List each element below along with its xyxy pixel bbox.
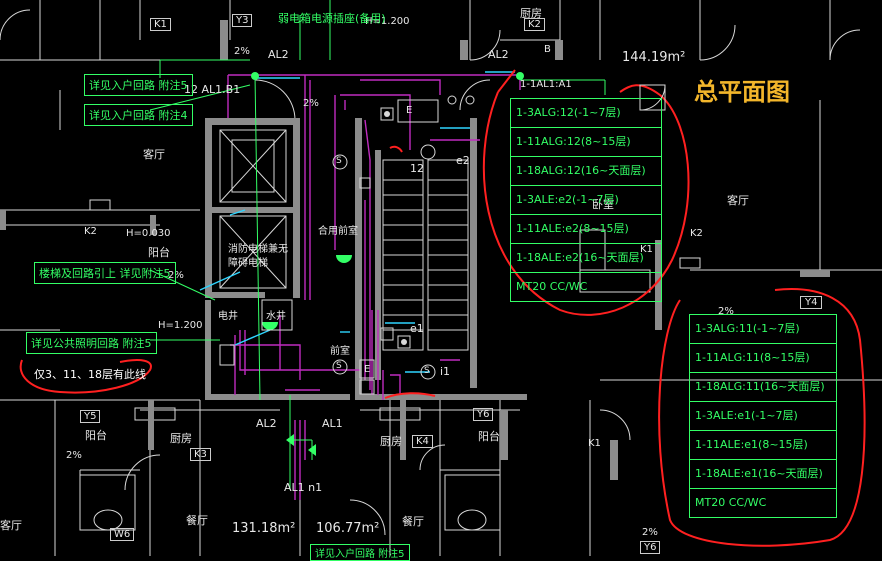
room-balcony-bottom-left: 阳台 <box>85 429 107 442</box>
tag-al2-left: AL2 <box>268 48 289 61</box>
tag-12: 12 <box>410 162 424 175</box>
tag-s2: S <box>336 361 342 371</box>
circuit-table-bottom-row: MT20 CC/WC <box>695 496 767 509</box>
code-k2-top: K2 <box>524 18 545 31</box>
circuit-table-right-row: 1-3ALG:12(-1~7层) <box>511 99 661 128</box>
note-1: 详见入户回路 附注5 <box>84 74 193 96</box>
note-top: 弱电箱电源插座(备用) <box>278 12 386 25</box>
drawing-title: 总平面图 <box>694 78 790 106</box>
room-water-well: 水井 <box>266 311 286 322</box>
room-dining-bottom: 餐厅 <box>186 514 208 527</box>
code-k2-left: K2 <box>84 226 97 237</box>
circuit-table-bottom-row: 1-18ALG:11(16~天面层) <box>690 373 836 402</box>
circuit-table-right-row: 1-3ALE:e2(-1~7层) <box>511 186 661 215</box>
code-y6: Y6 <box>473 408 494 421</box>
note-3: 楼梯及回路引上 详见附注5 <box>34 262 176 284</box>
room-lobby: 合用前室 <box>318 226 358 237</box>
area-bottom-b: 106.77m² <box>316 521 380 536</box>
tag-i1: i1 <box>440 365 451 378</box>
code-y6-bottom: Y6 <box>640 541 661 554</box>
code-w6: W6 <box>110 528 135 541</box>
height-mid: H=1.200 <box>158 320 203 331</box>
tag-s3: S <box>424 366 430 376</box>
circuit-table-bottom: 1-3ALG:11(-1~7层) 1-11ALG:11(8~15层) 1-18ALG… <box>689 314 837 518</box>
room-balcony-left: 阳台 <box>148 246 170 259</box>
circuit-table-right-row: MT20 CC/WC <box>516 280 588 293</box>
code-k2-right: K2 <box>690 228 703 239</box>
tag-s1: S <box>336 156 342 166</box>
circuit-table-right-row: 1-11ALG:12(8~15层) <box>511 128 661 157</box>
tag-e2: e2 <box>456 154 470 167</box>
height-left: H=0.030 <box>126 228 171 239</box>
room-kitchen-right: 厨房 <box>380 435 402 448</box>
circuit-table-right-row: 1-18ALE:e2(16~天面层) <box>511 244 661 273</box>
tag-al1-n1: AL1 n1 <box>284 481 323 494</box>
circuit-table-right-row: 1-11ALE:e2(8~15层) <box>511 215 661 244</box>
tag-al1-a: 1-1AL1:A1 <box>520 79 572 90</box>
code-k1-bottom: K1 <box>588 438 601 449</box>
circuit-table-bottom-row: 1-18ALE:e1(16~天面层) <box>690 460 836 489</box>
code-y5: Y5 <box>80 410 101 423</box>
circuit-table-right: 1-3ALG:12(-1~7层) 1-11ALG:12(8~15层) 1-18ALG… <box>510 98 662 302</box>
circuit-table-bottom-row: 1-11ALG:11(8~15层) <box>690 344 836 373</box>
slope-2: 2% <box>303 98 319 109</box>
code-b: B <box>544 44 551 55</box>
room-dining-bottom-right: 餐厅 <box>402 515 424 528</box>
circuit-table-bottom-row: 1-3ALE:e1(-1~7层) <box>690 402 836 431</box>
code-y4: Y4 <box>800 296 823 309</box>
code-k4: K4 <box>412 435 433 448</box>
circuit-table-right-row: 1-18ALG:12(16~天面层) <box>511 157 661 186</box>
note-4: 详见公共照明回路 附注5 <box>26 332 157 354</box>
code-k1-top: K1 <box>150 18 171 31</box>
circuit-table-bottom-row: 1-3ALG:11(-1~7层) <box>690 315 836 344</box>
code-y3: Y3 <box>232 14 253 27</box>
note-5: 仅3、11、18层有此线 <box>34 368 146 381</box>
code-k3: K3 <box>190 448 211 461</box>
note-2: 详见入户回路 附注4 <box>84 104 193 126</box>
code-e-lower: E <box>364 364 371 375</box>
room-living-right: 客厅 <box>727 194 749 207</box>
room-elevator: 消防电梯兼无障碍电梯 <box>228 244 288 269</box>
tag-al2-right: AL2 <box>488 48 509 61</box>
tag-al1-bottom: AL1 <box>322 417 343 430</box>
room-front: 前室 <box>330 346 350 357</box>
note-bottom: 详见入户回路 附注5 <box>310 544 410 561</box>
room-living-left: 客厅 <box>143 148 165 161</box>
area-top-right: 144.19m² <box>622 50 686 65</box>
code-e: E <box>406 105 413 116</box>
slope-1: 2% <box>234 46 250 57</box>
slope-5: 2% <box>66 450 82 461</box>
room-well: 电井 <box>218 311 238 322</box>
slope-6: 2% <box>642 527 658 538</box>
tag-e1: e1 <box>410 322 424 335</box>
room-balcony-bottom-right: 阳台 <box>478 430 500 443</box>
tag-al2-bottom: AL2 <box>256 417 277 430</box>
room-kitchen-left: 厨房 <box>170 432 192 445</box>
room-living-bottom-left: 客厅 <box>0 519 22 532</box>
circuit-table-bottom-row: 1-11ALE:e1(8~15层) <box>690 431 836 460</box>
area-bottom-a: 131.18m² <box>232 521 296 536</box>
